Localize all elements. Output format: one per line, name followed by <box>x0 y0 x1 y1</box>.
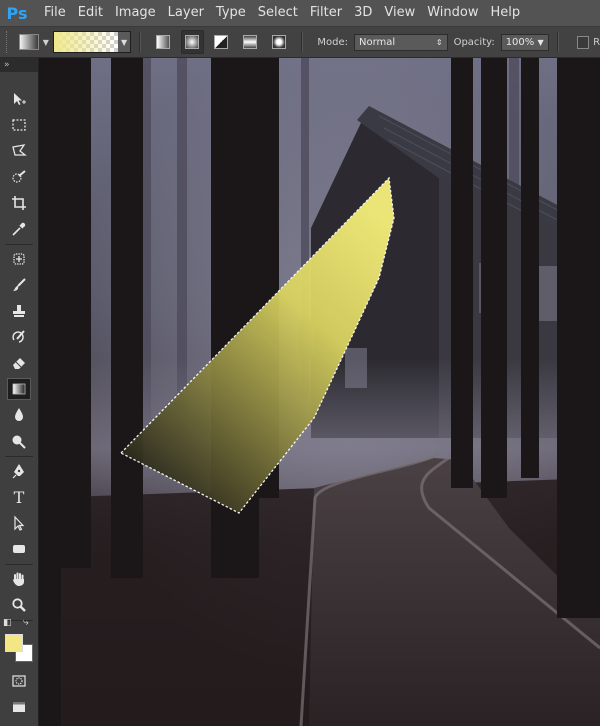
chevron-down-icon[interactable]: ▼ <box>118 32 131 52</box>
crop-tool-icon[interactable] <box>7 192 31 214</box>
hand-tool-icon[interactable] <box>7 568 31 590</box>
opacity-label: Opacity: <box>453 36 495 48</box>
divider <box>556 32 559 52</box>
gradient-picker[interactable]: ▼ <box>53 31 132 53</box>
lasso-tool-icon[interactable] <box>7 140 31 162</box>
rectangle-tool-icon[interactable] <box>7 538 31 560</box>
linear-gradient-button[interactable] <box>152 30 175 54</box>
marquee-tool-icon[interactable] <box>7 114 31 136</box>
foreground-color-swatch[interactable] <box>5 634 23 652</box>
mode-value: Normal <box>359 36 396 48</box>
menu-filter[interactable]: Filter <box>304 0 348 26</box>
screen-mode-icon[interactable] <box>7 696 31 718</box>
tool-preset-swatch-icon <box>18 34 39 50</box>
tool-preset-picker[interactable]: ▼ <box>18 31 51 53</box>
menu-3d[interactable]: 3D <box>348 0 378 26</box>
dodge-tool-icon[interactable] <box>7 430 31 452</box>
eraser-icon[interactable] <box>7 352 31 374</box>
double-chevron-icon: » <box>4 60 10 70</box>
type-tool-icon[interactable]: T <box>7 486 31 508</box>
menu-select[interactable]: Select <box>252 0 304 26</box>
chevron-down-icon: ▼ <box>42 37 49 47</box>
divider <box>5 456 33 457</box>
reflected-gradient-button[interactable] <box>239 30 262 54</box>
menu-edit[interactable]: Edit <box>72 0 109 26</box>
stepper-arrows-icon: ⇕ <box>435 37 443 47</box>
radial-gradient-icon <box>185 35 200 49</box>
clone-stamp-icon[interactable] <box>7 300 31 322</box>
opacity-field[interactable]: 100% ▼ <box>500 33 549 51</box>
toolbox: » T ◧ ⤷ <box>0 58 39 726</box>
menu-type[interactable]: Type <box>210 0 252 26</box>
quick-selection-icon[interactable] <box>7 166 31 188</box>
blur-tool-icon[interactable] <box>7 404 31 426</box>
linear-gradient-icon <box>156 35 171 49</box>
zoom-tool-icon[interactable] <box>7 594 31 616</box>
divider <box>139 32 141 52</box>
diamond-gradient-icon <box>271 35 286 49</box>
divider <box>301 32 304 52</box>
mode-select[interactable]: Normal ⇕ <box>354 33 448 51</box>
menu-file[interactable]: File <box>38 0 72 26</box>
angle-gradient-icon <box>214 35 229 49</box>
toolbox-collapse[interactable]: » <box>0 58 38 72</box>
options-bar-grip[interactable] <box>6 31 11 53</box>
diamond-gradient-button[interactable] <box>268 30 291 54</box>
canvas-image <box>39 58 600 726</box>
default-colors-icon[interactable]: ◧ <box>3 618 12 628</box>
move-tool-icon[interactable] <box>7 88 31 110</box>
menu-help[interactable]: Help <box>485 0 527 26</box>
swap-colors-icon[interactable]: ⤷ <box>23 617 29 628</box>
divider <box>5 244 33 245</box>
gradient-preview[interactable] <box>54 32 119 52</box>
reverse-checkbox[interactable] <box>576 35 590 49</box>
options-bar: ▼ ▼ Mode: Normal ⇕ Opacity: 100% ▼ R <box>0 27 600 58</box>
menu-window[interactable]: Window <box>421 0 484 26</box>
angle-gradient-button[interactable] <box>210 30 233 54</box>
quick-mask-icon[interactable] <box>7 670 31 692</box>
mode-label: Mode: <box>317 36 349 48</box>
radial-gradient-button[interactable] <box>180 30 204 54</box>
menu-image[interactable]: Image <box>109 0 162 26</box>
menu-view[interactable]: View <box>378 0 421 26</box>
photoshop-logo-icon: Ps <box>6 3 28 23</box>
opacity-value: 100% <box>505 36 535 48</box>
pen-tool-icon[interactable] <box>7 460 31 482</box>
menu-bar: Ps File Edit Image Layer Type Select Fil… <box>0 0 600 27</box>
document-canvas[interactable] <box>39 58 600 726</box>
chevron-down-icon[interactable]: ▼ <box>538 38 544 47</box>
menu-layer[interactable]: Layer <box>162 0 210 26</box>
divider <box>5 564 33 565</box>
gradient-tool-icon[interactable] <box>7 378 31 400</box>
reflected-gradient-icon <box>243 35 258 49</box>
eyedropper-icon[interactable] <box>7 218 31 240</box>
path-selection-icon[interactable] <box>7 512 31 534</box>
reverse-label: R <box>593 36 600 48</box>
history-brush-icon[interactable] <box>7 326 31 348</box>
brush-tool-icon[interactable] <box>7 274 31 296</box>
healing-brush-icon[interactable] <box>7 248 31 270</box>
